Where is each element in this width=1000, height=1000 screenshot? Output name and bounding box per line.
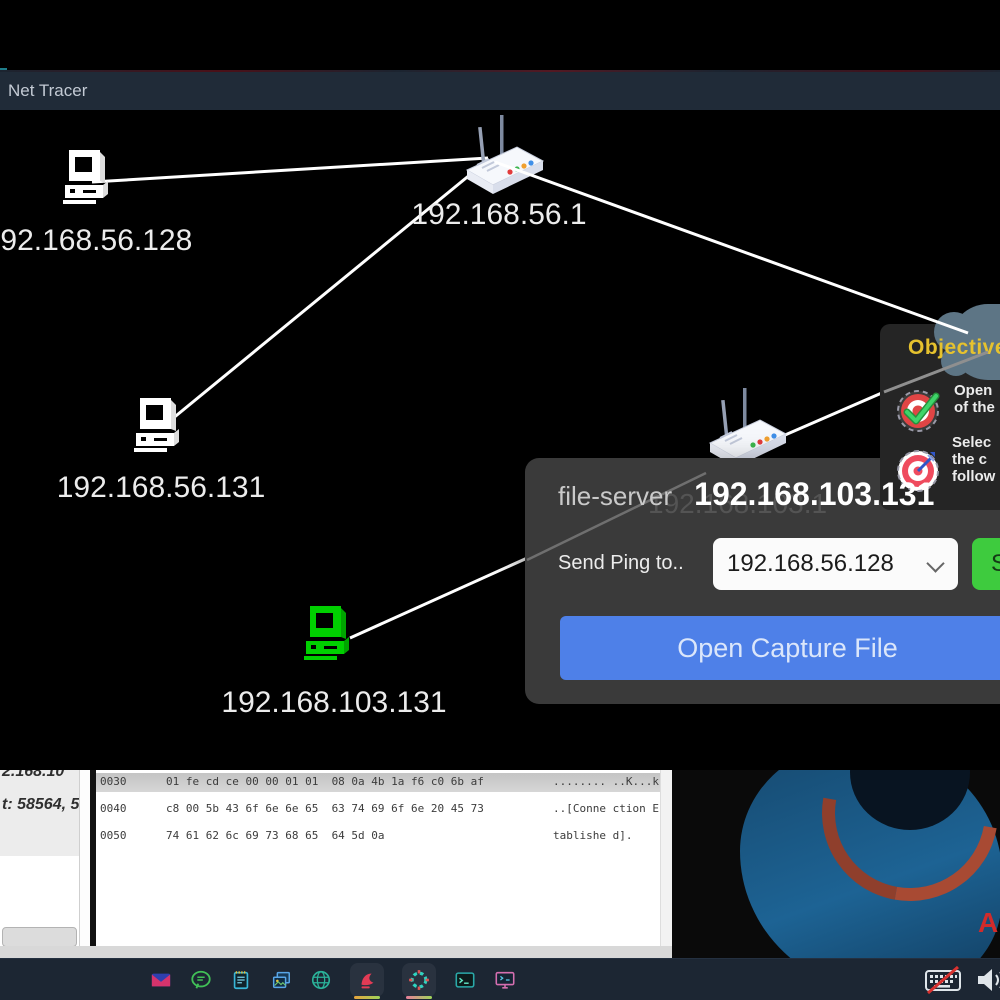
computer-node-icon[interactable]	[62, 150, 112, 206]
computer-node-icon[interactable]	[133, 398, 183, 454]
taskbar-icon-monitor[interactable]	[494, 969, 516, 991]
details-fragment-2: t: 58564, 5	[2, 796, 79, 814]
window-bottom-border	[0, 946, 672, 958]
details-scrollbar-track[interactable]	[79, 770, 90, 946]
router-node-icon[interactable]	[455, 115, 551, 199]
taskbar-icon-notes[interactable]	[230, 969, 252, 991]
target-check-icon	[896, 388, 942, 434]
window-title: Net Tracer	[8, 72, 1000, 110]
packet-details-pane[interactable]: 2.168.10 t: 58564, 5	[0, 770, 79, 946]
monitor-icon	[494, 969, 516, 991]
ping-label: Send Ping to..	[558, 552, 684, 575]
open-capture-button[interactable]: Open Capture File	[560, 616, 1000, 680]
ping-target-value: 192.168.56.128	[727, 550, 894, 577]
wireshark-window: 2.168.10 t: 58564, 5 003001 fe cd ce 00 …	[0, 770, 672, 958]
computer-node-icon-green[interactable]	[303, 606, 353, 662]
active-indicator	[406, 996, 432, 999]
objectives-title: Objectives	[908, 336, 1000, 360]
terminal-icon	[454, 969, 476, 991]
node-label: 192.168.103.131	[221, 686, 446, 720]
dialog-header: file-server 192.168.103.131	[558, 476, 934, 513]
desktop-wallpaper: A	[672, 770, 1000, 958]
node-label: 192.168.56.1	[411, 198, 586, 232]
taskbar-icon-chat[interactable]	[190, 969, 212, 991]
dock	[150, 962, 516, 998]
wireshark-fin-icon	[356, 969, 378, 991]
taskbar-icon-wireshark[interactable]	[350, 963, 384, 997]
bytes-scrollbar-track[interactable]	[660, 770, 672, 946]
dialog-node-name: file-server	[558, 481, 672, 512]
taskbar-icon-globe[interactable]	[310, 969, 332, 991]
system-tray	[924, 966, 1000, 994]
details-fragment-1: 2.168.10	[2, 770, 64, 781]
hex-row[interactable]: 003001 fe cd ce 00 00 01 01 08 0a 4b 1a …	[96, 772, 660, 799]
taskbar-icon-terminal[interactable]	[454, 969, 476, 991]
net-tracer-icon	[408, 969, 430, 991]
volume-icon[interactable]	[976, 967, 1000, 993]
objective-2-text: Selecthe cfollow	[952, 434, 995, 485]
objective-1-text: Openof the	[954, 382, 995, 416]
horizontal-scrollbar-thumb[interactable]	[2, 927, 77, 946]
taskbar-icon-photos[interactable]	[270, 969, 292, 991]
node-label: 192.168.56.131	[57, 471, 266, 505]
taskbar	[0, 958, 1000, 1000]
keyboard-disabled-icon[interactable]	[924, 966, 964, 994]
packet-bytes-pane[interactable]: 003001 fe cd ce 00 00 01 01 08 0a 4b 1a …	[96, 770, 660, 946]
chevron-down-icon	[926, 554, 944, 572]
dialog-node-ip: 192.168.103.131	[694, 476, 934, 513]
wallpaper-watermark: A	[978, 907, 998, 939]
taskbar-icon-net-tracer[interactable]	[402, 963, 436, 997]
hex-row[interactable]: 005074 61 62 6c 69 73 68 65 64 5d 0atabl…	[96, 826, 660, 853]
ping-target-select[interactable]: 192.168.56.128	[713, 538, 958, 590]
hex-row[interactable]: 0040c8 00 5b 43 6f 6e 6e 65 63 74 69 6f …	[96, 799, 660, 826]
globe-icon	[310, 969, 332, 991]
titlebar[interactable]: Net Tracer	[0, 72, 1000, 111]
active-indicator	[354, 996, 380, 999]
node-label: 192.168.56.128	[0, 224, 192, 258]
mail-icon	[150, 969, 172, 991]
send-ping-button[interactable]: S	[972, 538, 1000, 590]
taskbar-icon-mail[interactable]	[150, 969, 172, 991]
chat-icon	[190, 969, 212, 991]
notes-icon	[230, 969, 252, 991]
photos-icon	[270, 969, 292, 991]
